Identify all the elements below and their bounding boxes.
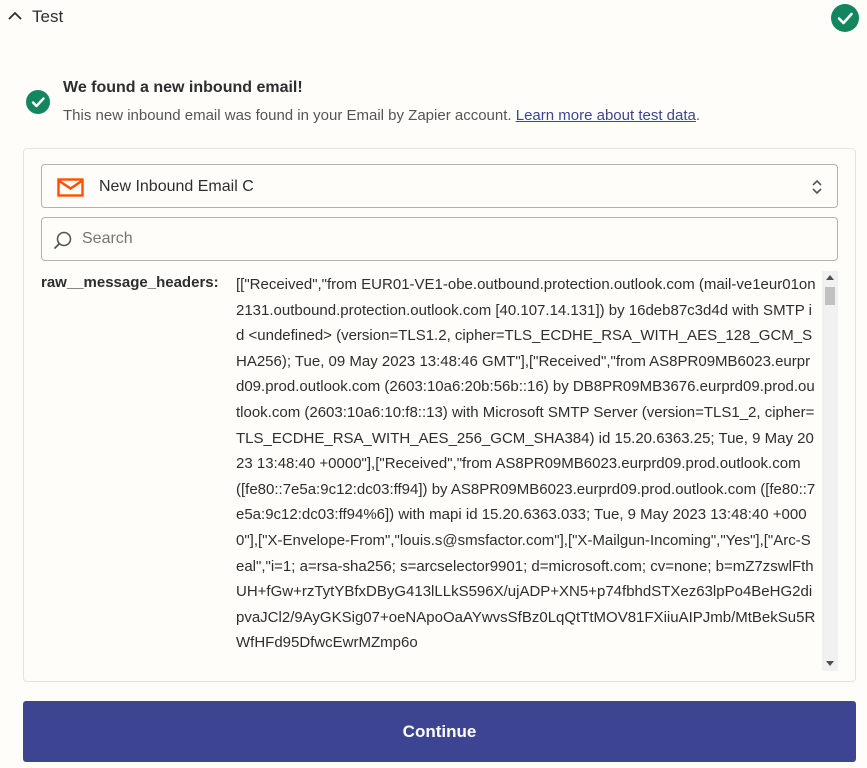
scrollbar-thumb[interactable] bbox=[825, 287, 835, 305]
result-title: We found a new inbound email! bbox=[63, 79, 303, 96]
result-description-text: This new inbound email was found in your… bbox=[63, 107, 516, 124]
scroll-down-arrow-icon[interactable] bbox=[826, 661, 834, 666]
result-description: This new inbound email was found in your… bbox=[63, 107, 843, 124]
field-key: raw__message_headers: bbox=[41, 274, 219, 291]
check-circle-icon bbox=[831, 4, 859, 32]
mail-icon bbox=[57, 178, 84, 197]
field-value: [["Received","from EUR01-VE1-obe.outboun… bbox=[236, 276, 816, 652]
check-circle-icon bbox=[26, 90, 50, 114]
search-box[interactable] bbox=[41, 217, 838, 261]
search-icon bbox=[54, 231, 72, 249]
chevron-up-icon[interactable] bbox=[7, 10, 23, 22]
test-section-header[interactable]: Test bbox=[0, 0, 867, 36]
scrollbar[interactable] bbox=[822, 271, 838, 671]
search-input[interactable] bbox=[82, 226, 822, 252]
record-select-value: New Inbound Email C bbox=[99, 178, 254, 195]
section-title: Test bbox=[32, 7, 64, 26]
learn-more-link[interactable]: Learn more about test data bbox=[516, 107, 696, 124]
record-select[interactable]: New Inbound Email C bbox=[41, 164, 838, 208]
continue-button[interactable]: Continue bbox=[23, 701, 856, 762]
scroll-up-arrow-icon[interactable] bbox=[826, 275, 834, 280]
test-data-panel: New Inbound Email C raw__message_headers… bbox=[23, 148, 856, 682]
result-description-trailing: . bbox=[695, 107, 701, 124]
chevron-up-down-icon bbox=[812, 179, 822, 195]
